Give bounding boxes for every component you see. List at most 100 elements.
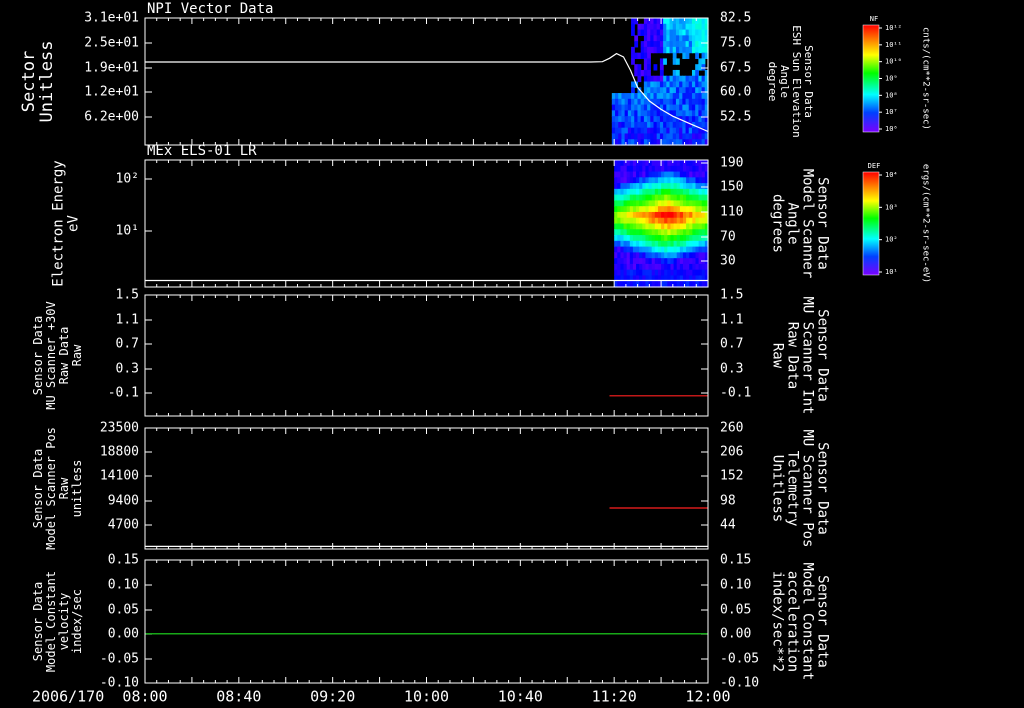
y2-axis-label: MU Scanner Int <box>800 296 816 414</box>
y2-tick-label: 30 <box>720 254 736 269</box>
y-axis-label: eV <box>66 215 82 232</box>
spectrogram-cell <box>647 52 651 60</box>
y-axis-label: Raw <box>70 344 84 366</box>
y2-axis-label: Telemetry <box>785 451 801 527</box>
panel-title: NPI Vector Data <box>147 1 273 17</box>
y2-axis-label: Sensor Data <box>815 309 831 402</box>
y2-axis-label: Model Scanner <box>800 169 816 279</box>
y-axis-label: MU Scanner +30V <box>44 301 58 409</box>
x-tick-label: 08:00 <box>122 688 167 706</box>
y2-tick-label: 0.10 <box>720 578 751 593</box>
y-axis-label: Sector <box>19 51 39 112</box>
y-tick-label: 0.3 <box>116 362 139 377</box>
spectrogram-cell <box>659 69 664 77</box>
spectrogram-cell <box>634 35 639 42</box>
colorbar-tick-label: 10⁷ <box>885 108 898 116</box>
y2-axis-label: Unitless <box>770 455 786 522</box>
colorbar-tick-label: 10¹¹ <box>885 41 902 49</box>
spectrogram-cell <box>695 52 699 60</box>
panel-frame <box>144 427 709 550</box>
spectrogram-cell <box>647 58 651 65</box>
panel-5: 0.150.100.050.00-0.05-0.100.150.100.050.… <box>31 553 831 691</box>
y2-axis-label: Model Constant <box>800 562 816 680</box>
y2-tick-label: 0.15 <box>720 553 751 568</box>
y2-tick-label: 75.0 <box>720 36 751 51</box>
x-tick-label: 10:00 <box>404 688 449 706</box>
y-tick-label: 23500 <box>100 421 139 436</box>
colorbar-tick-label: 10⁸ <box>885 91 898 99</box>
y2-tick-label: 98 <box>720 494 736 509</box>
spectrogram-cell <box>675 58 680 65</box>
y2-tick-label: 60.0 <box>720 85 751 100</box>
y-tick-label: 0.05 <box>108 603 139 618</box>
y2-tick-label: 260 <box>720 421 743 436</box>
y-tick-label: 4700 <box>108 518 139 533</box>
panel-2: MEx ELS-01 LR 10² 10¹ 190 150 110 70 30 Electron… <box>51 143 931 288</box>
y-tick-label: 10¹ <box>116 224 139 239</box>
x-tick-label: 12:00 <box>685 688 730 706</box>
y2-tick-label: -0.05 <box>720 652 759 667</box>
y2-tick-label: 152 <box>720 469 743 484</box>
x-tick-label: 10:40 <box>498 688 543 706</box>
x-tick-label: 08:40 <box>216 688 261 706</box>
spectrogram-cell <box>672 52 677 60</box>
y-axis-label: Sensor Data <box>31 582 45 661</box>
spectrogram-cell <box>659 64 664 71</box>
spectrogram-cell <box>634 41 639 48</box>
spectrogram-cell <box>701 64 706 71</box>
y2-tick-label: 44 <box>720 518 736 533</box>
y2-tick-label: 0.3 <box>720 362 743 377</box>
y-tick-label: -0.05 <box>100 652 139 667</box>
y2-axis-label: Sensor Data <box>815 177 831 270</box>
y2-tick-label: 0.05 <box>720 603 751 618</box>
y-tick-label: 1.1 <box>116 313 139 328</box>
colorbar-tick-label: 10¹² <box>885 24 902 32</box>
y2-tick-label: 67.5 <box>720 61 751 76</box>
spectrogram-cell <box>685 52 690 60</box>
spectrogram-cell <box>631 58 635 65</box>
y2-axis-label: Sensor Data <box>815 442 831 535</box>
y-axis-label: Sensor Data <box>31 449 45 528</box>
colorbar-tick-label: 10⁶ <box>885 125 898 133</box>
spectrogram-cell <box>701 58 706 65</box>
y2-axis-label: index/sec**2 <box>770 571 786 672</box>
colorbar-tick-label: 10² <box>885 236 898 244</box>
y2-tick-label: 150 <box>720 180 743 195</box>
y2-tick-label: 1.1 <box>720 313 743 328</box>
y-axis-label: Model Constant <box>44 571 58 672</box>
spectrogram-cell <box>675 69 680 77</box>
panel-3: 1.5 1.1 0.7 0.3 -0.1 1.5 1.1 0.7 0.3 -0.1 Sensor D… <box>31 288 831 415</box>
spectrogram-cell <box>631 29 635 36</box>
y2-axis-label: Sensor Data <box>815 575 831 668</box>
x-tick-label: 11:20 <box>592 688 637 706</box>
y-tick-label: 0.10 <box>108 578 139 593</box>
y2-tick-label: -0.1 <box>720 386 751 401</box>
panel-frame <box>144 294 709 417</box>
spectrogram-cell <box>637 64 642 71</box>
y-tick-label: 9400 <box>108 494 139 509</box>
spectrogram-cell <box>631 46 635 54</box>
y-tick-label: 1.2e+01 <box>84 85 139 100</box>
y-tick-label: 1.9e+01 <box>84 61 139 76</box>
colorbar-units: ergs/(cm**2-sr-sec-eV) <box>921 164 931 283</box>
colorbar <box>862 24 880 133</box>
colorbar-units: cnts/(cm**2-sr-sec) <box>921 27 931 130</box>
colorbar-tick-label: 10⁹ <box>885 75 898 83</box>
spectrogram-cell <box>637 75 642 83</box>
y2-tick-label: 1.5 <box>720 288 743 303</box>
y2-axis-label: Angle <box>785 202 801 244</box>
y-axis-label: unitless <box>70 460 84 518</box>
y2-tick-label: 0.00 <box>720 627 751 642</box>
panel-1: NPI Vector Data 3.1e+01 2.5e+01 1.9e+01 1.2e… <box>19 1 931 146</box>
y-tick-label: 0.15 <box>108 553 139 568</box>
y-tick-label: 6.2e+00 <box>84 110 139 125</box>
y-axis-label: Raw Data <box>57 327 71 385</box>
y2-axis-label: degree <box>766 62 779 102</box>
colorbar-tick-label: 10¹⁰ <box>885 58 902 66</box>
y-tick-label: 2.5e+01 <box>84 36 139 51</box>
colorbar-tick-label: 10³ <box>885 203 898 211</box>
spectrogram-cell <box>695 69 699 77</box>
panel-frame <box>144 559 709 684</box>
y-tick-label: 10² <box>116 172 139 187</box>
colorbar-tick-label: 10⁴ <box>885 171 898 179</box>
